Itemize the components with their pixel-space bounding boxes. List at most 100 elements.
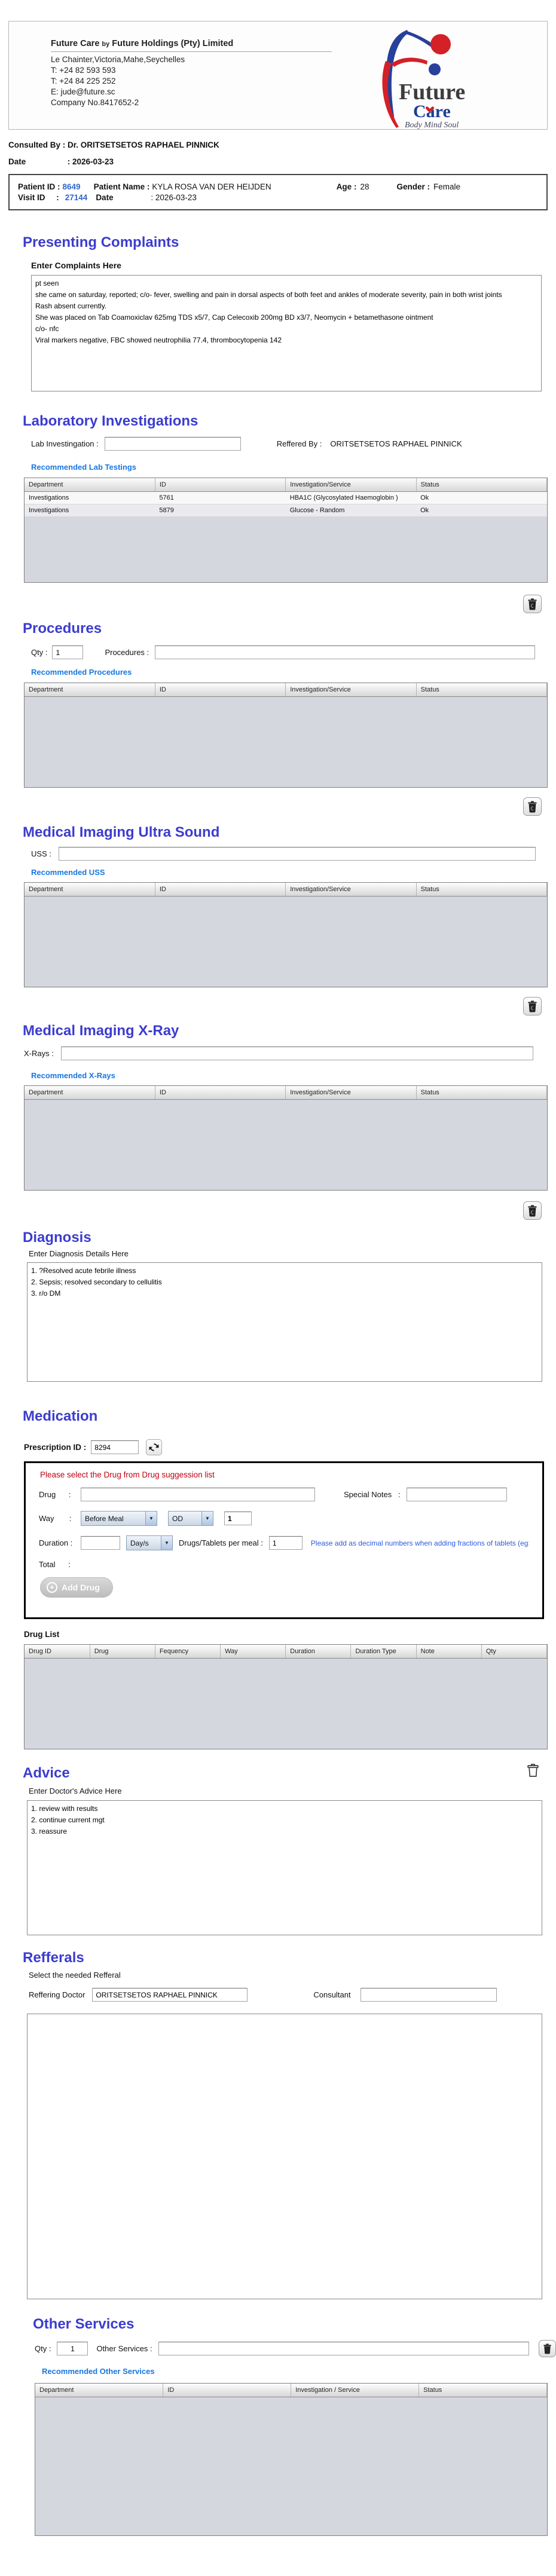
diagnosis-label: Enter Diagnosis Details Here xyxy=(29,1249,129,1258)
complaints-textarea[interactable]: pt seen she came on saturday, reported; … xyxy=(31,275,542,391)
chevron-down-icon: ▼ xyxy=(161,1536,172,1550)
duration-input[interactable] xyxy=(81,1536,120,1550)
consult-date-label: Date xyxy=(8,157,26,166)
drug-entry-panel: Please select the Drug from Drug suggess… xyxy=(24,1461,544,1619)
xray-table-header-row: Department ID Investigation/Service Status xyxy=(25,1086,547,1100)
add-drug-button[interactable]: + Add Drug xyxy=(40,1577,113,1598)
table-cell: Ok xyxy=(416,504,547,517)
other-services-qty-label: Qty : xyxy=(35,2344,51,2353)
column-header[interactable]: Investigation/Service xyxy=(285,683,417,697)
way-dropdown[interactable]: Before Meal ▼ xyxy=(81,1511,157,1526)
lab-testings-table: Department ID Investigation/Service Status … xyxy=(24,478,548,583)
other-services-qty-input[interactable] xyxy=(57,2342,88,2355)
special-notes-input[interactable] xyxy=(406,1488,507,1501)
referring-doctor-label: Reffering Doctor xyxy=(29,1990,85,1999)
consultant-input[interactable] xyxy=(360,1988,497,2002)
column-header[interactable]: Department xyxy=(25,478,155,492)
column-header[interactable]: ID xyxy=(163,2384,292,2397)
section-title-referrals: Refferals xyxy=(23,1950,84,1966)
xray-input[interactable] xyxy=(60,1047,533,1060)
column-header[interactable]: Investigation / Service xyxy=(291,2384,420,2397)
prescription-id-input[interactable] xyxy=(91,1440,139,1454)
column-header[interactable]: ID xyxy=(155,683,286,697)
column-header[interactable]: Way xyxy=(220,1645,286,1659)
advice-textarea[interactable]: 1. review with results 2. continue curre… xyxy=(27,1800,542,1935)
column-header[interactable]: Status xyxy=(416,883,547,897)
add-drug-label: Add Drug xyxy=(62,1583,100,1592)
column-header[interactable]: Status xyxy=(416,683,547,697)
column-header[interactable]: Department xyxy=(25,883,155,897)
column-header[interactable]: ID xyxy=(155,1086,286,1100)
column-header[interactable]: Qty xyxy=(481,1645,547,1659)
advice-label: Enter Doctor's Advice Here xyxy=(29,1786,122,1795)
procedures-qty-input[interactable] xyxy=(52,645,84,659)
uss-input[interactable] xyxy=(58,847,536,861)
lab-investigation-label: Lab Investingation : xyxy=(31,439,99,448)
lab-table-header-row: Department ID Investigation/Service Status xyxy=(25,478,547,492)
delete-procedure-button[interactable] xyxy=(523,797,542,816)
referring-doctor-input[interactable] xyxy=(92,1988,248,2002)
section-title-xray: Medical Imaging X-Ray xyxy=(23,1023,179,1039)
procedures-qty-label: Qty : xyxy=(31,648,48,657)
fraction-note: Please add as decimal numbers when addin… xyxy=(310,1538,529,1547)
consulted-by-value: Dr. ORITSETSETOS RAPHAEL PINNICK xyxy=(68,140,219,149)
table-row[interactable]: Investigations 5761 HBA1C (Glycosylated Ha… xyxy=(25,491,547,504)
column-header[interactable]: Note xyxy=(416,1645,482,1659)
delete-xray-button[interactable] xyxy=(523,1201,542,1220)
table-row[interactable]: Investigations 5879 Glucose - Random Ok xyxy=(25,504,547,517)
way-dropdown-value: Before Meal xyxy=(85,1514,124,1523)
procedures-table-header-row: Department ID Investigation/Service Status xyxy=(25,683,547,697)
future-care-logo: Future Care Body Mind Soul xyxy=(368,26,484,132)
duration-unit-dropdown[interactable]: Day/s ▼ xyxy=(126,1535,173,1550)
other-services-table: Department ID Investigation / Service Statu… xyxy=(35,2383,548,2536)
column-header[interactable]: Status xyxy=(418,2384,547,2397)
company-name: Future Care by Future Holdings (Pty) Lim… xyxy=(51,38,332,52)
other-services-header-row: Department ID Investigation / Service Statu… xyxy=(35,2384,547,2397)
way-label: Way : xyxy=(39,1514,72,1523)
delete-advice-button[interactable] xyxy=(524,1760,542,1780)
column-header[interactable]: Investigation/Service xyxy=(285,1086,417,1100)
column-header[interactable]: Department xyxy=(25,1086,155,1100)
trash-icon xyxy=(528,1205,537,1217)
trash-icon xyxy=(528,801,537,813)
consult-date-value: : 2026-03-23 xyxy=(67,157,114,166)
column-header[interactable]: Fequency xyxy=(155,1645,221,1659)
column-header[interactable]: Status xyxy=(416,1086,547,1100)
consultant-label: Consultant xyxy=(313,1990,351,1999)
visit-date-value: : 2026-03-23 xyxy=(151,193,197,202)
logo-red-dot xyxy=(430,34,451,54)
refresh-prescription-button[interactable] xyxy=(146,1439,163,1455)
way-qty-input[interactable] xyxy=(224,1512,252,1525)
column-header[interactable]: Drug ID xyxy=(25,1645,90,1659)
column-header[interactable]: Duration Type xyxy=(350,1645,417,1659)
diagnosis-textarea[interactable]: 1. ?Resolved acute febrile illness 2. Se… xyxy=(27,1262,542,1382)
column-header[interactable]: Drug xyxy=(90,1645,155,1659)
delete-uss-button[interactable] xyxy=(523,997,542,1015)
column-header[interactable]: Department xyxy=(25,683,155,697)
delete-other-service-button[interactable] xyxy=(539,2340,556,2357)
column-header[interactable]: Duration xyxy=(285,1645,352,1659)
section-title-diagnosis: Diagnosis xyxy=(23,1229,91,1246)
total-label: Total : xyxy=(39,1560,71,1569)
trash-icon xyxy=(528,598,537,610)
recommended-other-services-label: Recommended Other Services xyxy=(42,2367,155,2376)
logo-text-future: Future xyxy=(399,79,465,105)
frequency-dropdown[interactable]: OD ▼ xyxy=(168,1511,213,1526)
column-header[interactable]: Department xyxy=(35,2384,164,2397)
visit-date-label: Date xyxy=(96,193,114,202)
drug-input[interactable] xyxy=(81,1488,315,1501)
column-header[interactable]: Investigation/Service xyxy=(285,883,417,897)
per-meal-input[interactable] xyxy=(268,1536,303,1550)
logo-tagline: Body Mind Soul xyxy=(405,121,459,129)
column-header[interactable]: ID xyxy=(155,478,286,492)
procedures-input[interactable] xyxy=(155,645,536,659)
other-services-input[interactable] xyxy=(158,2342,529,2355)
column-header[interactable]: Status xyxy=(416,478,547,492)
referral-list-box[interactable] xyxy=(27,2014,542,2299)
column-header[interactable]: Investigation/Service xyxy=(285,478,417,492)
lab-investigation-input[interactable] xyxy=(104,437,241,451)
column-header[interactable]: ID xyxy=(155,883,286,897)
recommended-xray-label: Recommended X-Rays xyxy=(31,1071,115,1080)
delete-lab-item-button[interactable] xyxy=(523,595,542,613)
uss-table-header-row: Department ID Investigation/Service Status xyxy=(25,883,547,897)
